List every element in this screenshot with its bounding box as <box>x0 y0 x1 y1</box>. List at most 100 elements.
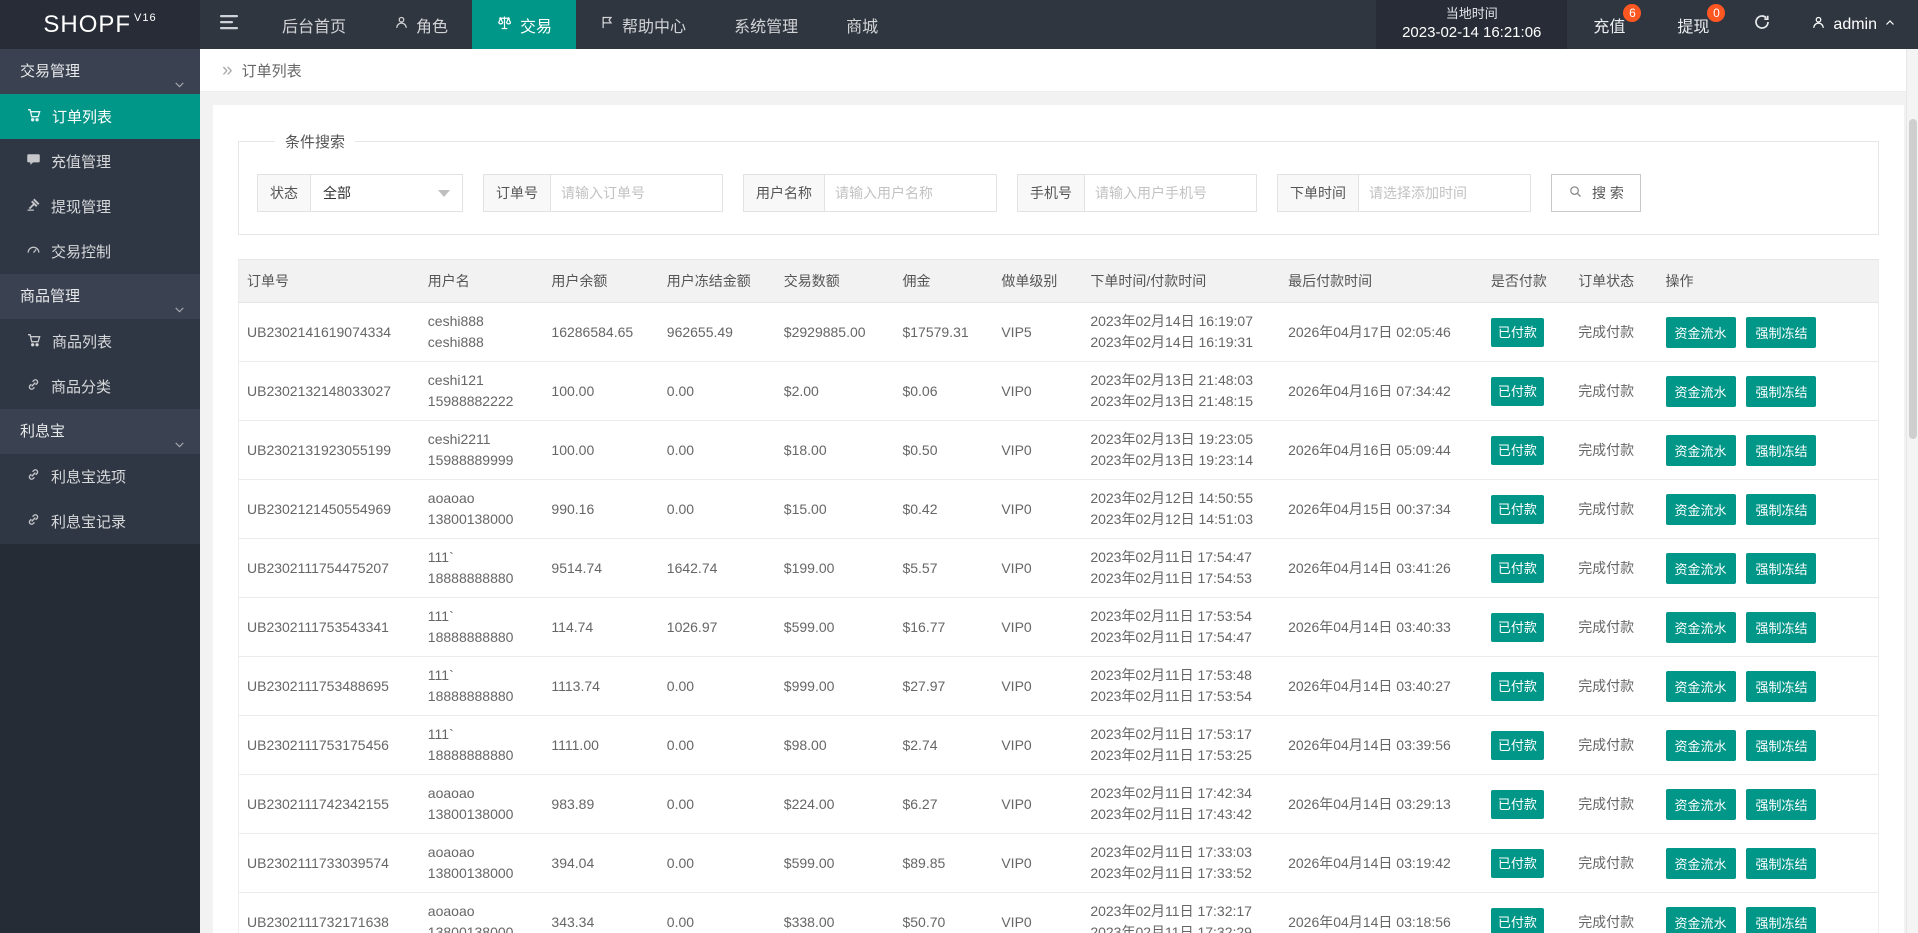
order-no-input[interactable] <box>551 174 723 212</box>
sidebar-group-trade-management[interactable]: 交易管理 <box>0 49 200 94</box>
order-time-input[interactable] <box>1359 174 1531 212</box>
cell-frozen: 0.00 <box>658 361 776 421</box>
sidebar-item-label: 利息宝选项 <box>51 469 127 486</box>
force-freeze-button[interactable]: 强制冻结 <box>1746 611 1817 643</box>
force-freeze-button[interactable]: 强制冻结 <box>1746 847 1817 879</box>
paid-badge: 已付款 <box>1490 671 1544 701</box>
funds-flow-button[interactable]: 资金流水 <box>1665 788 1736 820</box>
force-freeze-button[interactable]: 强制冻结 <box>1746 788 1817 820</box>
nav-item-role[interactable]: 角色 <box>370 0 472 49</box>
pay-time: 2023年02月11日 17:54:47 <box>1090 629 1252 645</box>
scrollbar-thumb[interactable] <box>1909 119 1917 439</box>
gauge-icon <box>26 242 41 261</box>
funds-flow-button[interactable]: 资金流水 <box>1665 375 1736 407</box>
force-freeze-button[interactable]: 强制冻结 <box>1746 729 1817 761</box>
sidebar-group-product-management[interactable]: 商品管理 <box>0 274 200 319</box>
pay-time: 2023年02月13日 19:23:14 <box>1090 452 1254 468</box>
sidebar-item-order-list[interactable]: 订单列表 <box>0 94 200 139</box>
cell-actions: 资金流水 强制冻结 <box>1657 892 1879 933</box>
nav-item-home[interactable]: 后台首页 <box>258 0 370 49</box>
cell-balance: 100.00 <box>543 420 659 480</box>
cell-level: VIP0 <box>993 361 1083 421</box>
cell-level: VIP5 <box>993 302 1083 362</box>
force-freeze-button[interactable]: 强制冻结 <box>1746 375 1817 407</box>
cell-commission: $0.06 <box>894 361 994 421</box>
sidebar-item-lixibao-options[interactable]: 利息宝选项 <box>0 454 200 499</box>
cell-order-time: 2023年02月12日 14:50:55 2023年02月12日 14:51:0… <box>1082 479 1281 539</box>
cell-status: 完成付款 <box>1570 656 1658 716</box>
col-paid: 是否付款 <box>1482 259 1571 303</box>
force-freeze-button[interactable]: 强制冻结 <box>1746 434 1817 466</box>
sidebar-item-product-category[interactable]: 商品分类 <box>0 364 200 409</box>
force-freeze-button[interactable]: 强制冻结 <box>1746 316 1817 348</box>
recharge-button[interactable]: 充值 6 <box>1567 0 1651 49</box>
funds-flow-button[interactable]: 资金流水 <box>1665 316 1736 348</box>
username-line2: ceshi888 <box>427 334 484 350</box>
order-no-label: 订单号 <box>483 174 551 212</box>
sidebar-item-lixibao-records[interactable]: 利息宝记录 <box>0 499 200 544</box>
cell-amount: $98.00 <box>775 715 895 775</box>
search-button[interactable]: 搜 索 <box>1551 174 1641 212</box>
funds-flow-button[interactable]: 资金流水 <box>1665 729 1736 761</box>
funds-flow-button[interactable]: 资金流水 <box>1665 847 1736 879</box>
main-content: » 订单列表 条件搜索 状态 全部 订单号 用户名称 <box>200 49 1918 933</box>
table-row: UB2302111753488695 111` 18888888880 1113… <box>238 656 1879 716</box>
username-input[interactable] <box>825 174 997 212</box>
cart-icon <box>26 107 42 127</box>
sidebar-item-recharge-management[interactable]: 充值管理 <box>0 139 200 184</box>
link-icon <box>26 377 41 396</box>
phone-input[interactable] <box>1085 174 1257 212</box>
sidebar-item-label: 订单列表 <box>52 109 113 126</box>
caret-down-icon <box>438 189 450 197</box>
funds-flow-button[interactable]: 资金流水 <box>1665 434 1736 466</box>
force-freeze-button[interactable]: 强制冻结 <box>1746 552 1817 584</box>
username-line1: aoaoao <box>427 844 475 860</box>
cell-order-no: UB2302111733039574 <box>238 833 420 893</box>
funds-flow-button[interactable]: 资金流水 <box>1665 906 1736 933</box>
cell-status: 完成付款 <box>1570 597 1658 657</box>
funds-flow-button[interactable]: 资金流水 <box>1665 611 1736 643</box>
nav-item-mall[interactable]: 商城 <box>822 0 902 49</box>
table-row: UB2302111742342155 aoaoao 13800138000 98… <box>238 774 1879 834</box>
breadcrumb: » 订单列表 <box>200 49 1918 92</box>
cell-last-pay-time: 2026年04月14日 03:18:56 <box>1280 892 1483 933</box>
withdraw-button[interactable]: 提现 0 <box>1651 0 1735 49</box>
order-time: 2023年02月11日 17:53:17 <box>1090 726 1252 742</box>
table-row: UB2302111754475207 111` 18888888880 9514… <box>238 538 1879 598</box>
order-time: 2023年02月11日 17:33:03 <box>1090 844 1252 860</box>
force-freeze-button[interactable]: 强制冻结 <box>1746 493 1817 525</box>
user-menu[interactable]: admin <box>1789 0 1918 49</box>
col-username: 用户名 <box>419 259 544 303</box>
table-row: UB2302132148033027 ceshi121 15988882222 … <box>238 361 1879 421</box>
funds-flow-button[interactable]: 资金流水 <box>1665 552 1736 584</box>
vertical-scrollbar[interactable] <box>1906 49 1918 933</box>
sidebar-group-lixibao[interactable]: 利息宝 <box>0 409 200 454</box>
funds-flow-button[interactable]: 资金流水 <box>1665 493 1736 525</box>
cell-status: 完成付款 <box>1570 302 1658 362</box>
cell-balance: 100.00 <box>543 361 659 421</box>
table-row: UB2302111732171638 aoaoao 13800138000 34… <box>238 892 1879 933</box>
cell-order-time: 2023年02月11日 17:53:54 2023年02月11日 17:54:4… <box>1082 597 1281 657</box>
force-freeze-button[interactable]: 强制冻结 <box>1746 906 1817 933</box>
username-line2: 13800138000 <box>427 806 514 822</box>
force-freeze-button[interactable]: 强制冻结 <box>1746 670 1817 702</box>
status-select[interactable]: 全部 <box>311 174 463 212</box>
table-row: UB2302141619074334 ceshi888 ceshi888 162… <box>238 302 1879 362</box>
sidebar-toggle-button[interactable] <box>200 0 258 49</box>
refresh-button[interactable] <box>1735 0 1789 49</box>
cell-actions: 资金流水 强制冻结 <box>1657 420 1879 480</box>
cell-paid: 已付款 <box>1482 597 1571 657</box>
local-time-label: 当地时间 <box>1445 6 1498 21</box>
nav-item-system[interactable]: 系统管理 <box>710 0 822 49</box>
cell-order-time: 2023年02月11日 17:33:03 2023年02月11日 17:33:5… <box>1082 833 1281 893</box>
status-label: 状态 <box>257 174 311 212</box>
sidebar-item-trade-control[interactable]: 交易控制 <box>0 229 200 274</box>
sidebar-item-withdraw-management[interactable]: 提现管理 <box>0 184 200 229</box>
cell-paid: 已付款 <box>1482 479 1571 539</box>
cell-last-pay-time: 2026年04月14日 03:19:42 <box>1280 833 1483 893</box>
nav-item-help[interactable]: 帮助中心 <box>576 0 710 49</box>
cell-level: VIP0 <box>993 538 1083 598</box>
sidebar-item-product-list[interactable]: 商品列表 <box>0 319 200 364</box>
nav-item-trade[interactable]: 交易 <box>472 0 577 49</box>
funds-flow-button[interactable]: 资金流水 <box>1665 670 1736 702</box>
